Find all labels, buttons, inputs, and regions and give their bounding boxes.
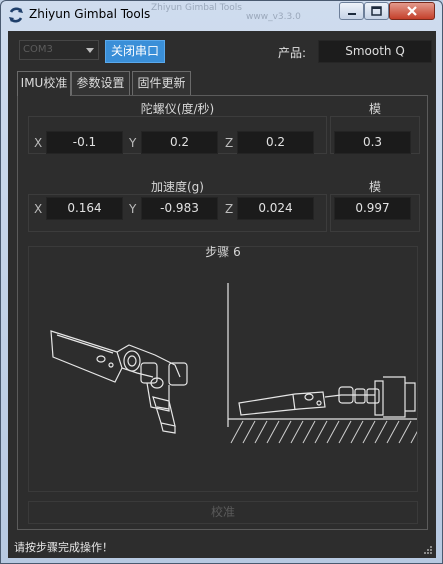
title-bar[interactable]: Zhiyun Gimbal Tools Zhiyun Gimbal Tools … bbox=[1, 1, 442, 29]
accel-mod-value: 0.997 bbox=[334, 197, 411, 220]
chevron-down-icon bbox=[86, 48, 94, 53]
minimize-icon bbox=[348, 13, 356, 15]
status-text: 请按步骤完成操作！ bbox=[14, 541, 113, 554]
accel-z-value: 0.024 bbox=[237, 197, 314, 220]
tab-imu-calibration[interactable]: IMU校准 bbox=[17, 71, 71, 96]
accel-z-label: Z bbox=[225, 202, 234, 216]
imu-calibration-panel: 陀螺仪(度/秒) X -0.1 Y 0.2 Z 0.2 模 0.3 加速度(g)… bbox=[17, 95, 428, 530]
gyro-mod-value: 0.3 bbox=[334, 131, 411, 154]
app-logo-icon bbox=[9, 7, 23, 23]
window-title: Zhiyun Gimbal Tools bbox=[29, 7, 151, 21]
calibrate-button[interactable]: 校准 bbox=[28, 501, 418, 524]
client-area: COM3 关闭串口 产品: Smooth Q IMU校准 参数设置 固件更新 陀… bbox=[8, 31, 436, 558]
maximize-icon bbox=[371, 6, 382, 16]
tab-firmware-update[interactable]: 固件更新 bbox=[132, 71, 191, 95]
maximize-button[interactable] bbox=[364, 2, 389, 20]
accel-y-value: -0.983 bbox=[141, 197, 218, 220]
faded-version-text: www_v3.3.0 bbox=[246, 12, 301, 22]
faded-title-text: Zhiyun Gimbal Tools bbox=[151, 3, 242, 13]
close-window-button[interactable] bbox=[389, 2, 435, 20]
product-label: 产品: bbox=[278, 46, 307, 60]
gyro-x-label: X bbox=[34, 136, 43, 150]
accel-x-value: 0.164 bbox=[46, 197, 123, 220]
accel-x-label: X bbox=[34, 202, 43, 216]
accel-title: 加速度(g) bbox=[151, 180, 204, 194]
minimize-button[interactable] bbox=[339, 2, 364, 20]
close-port-button[interactable]: 关闭串口 bbox=[105, 40, 165, 63]
gyro-x-value: -0.1 bbox=[46, 131, 123, 154]
app-window: Zhiyun Gimbal Tools Zhiyun Gimbal Tools … bbox=[0, 0, 443, 564]
resize-grip-icon[interactable] bbox=[423, 545, 433, 555]
serial-port-value: COM3 bbox=[23, 44, 53, 55]
gyro-z-value: 0.2 bbox=[237, 131, 314, 154]
gyro-y-label: Y bbox=[129, 136, 137, 150]
gimbal-illustration bbox=[50, 283, 417, 444]
step-group: 步骤 6 bbox=[28, 245, 418, 492]
accel-y-label: Y bbox=[129, 202, 137, 216]
product-value: Smooth Q bbox=[318, 40, 432, 63]
gyro-y-value: 0.2 bbox=[141, 131, 218, 154]
accel-mod-title: 模 bbox=[368, 180, 381, 194]
serial-port-select[interactable]: COM3 bbox=[19, 40, 99, 60]
gyro-z-label: Z bbox=[225, 136, 234, 150]
gyro-mod-title: 模 bbox=[368, 102, 381, 116]
tab-parameter-settings[interactable]: 参数设置 bbox=[71, 71, 130, 95]
gyro-title: 陀螺仪(度/秒) bbox=[140, 102, 215, 116]
close-icon bbox=[407, 6, 417, 16]
